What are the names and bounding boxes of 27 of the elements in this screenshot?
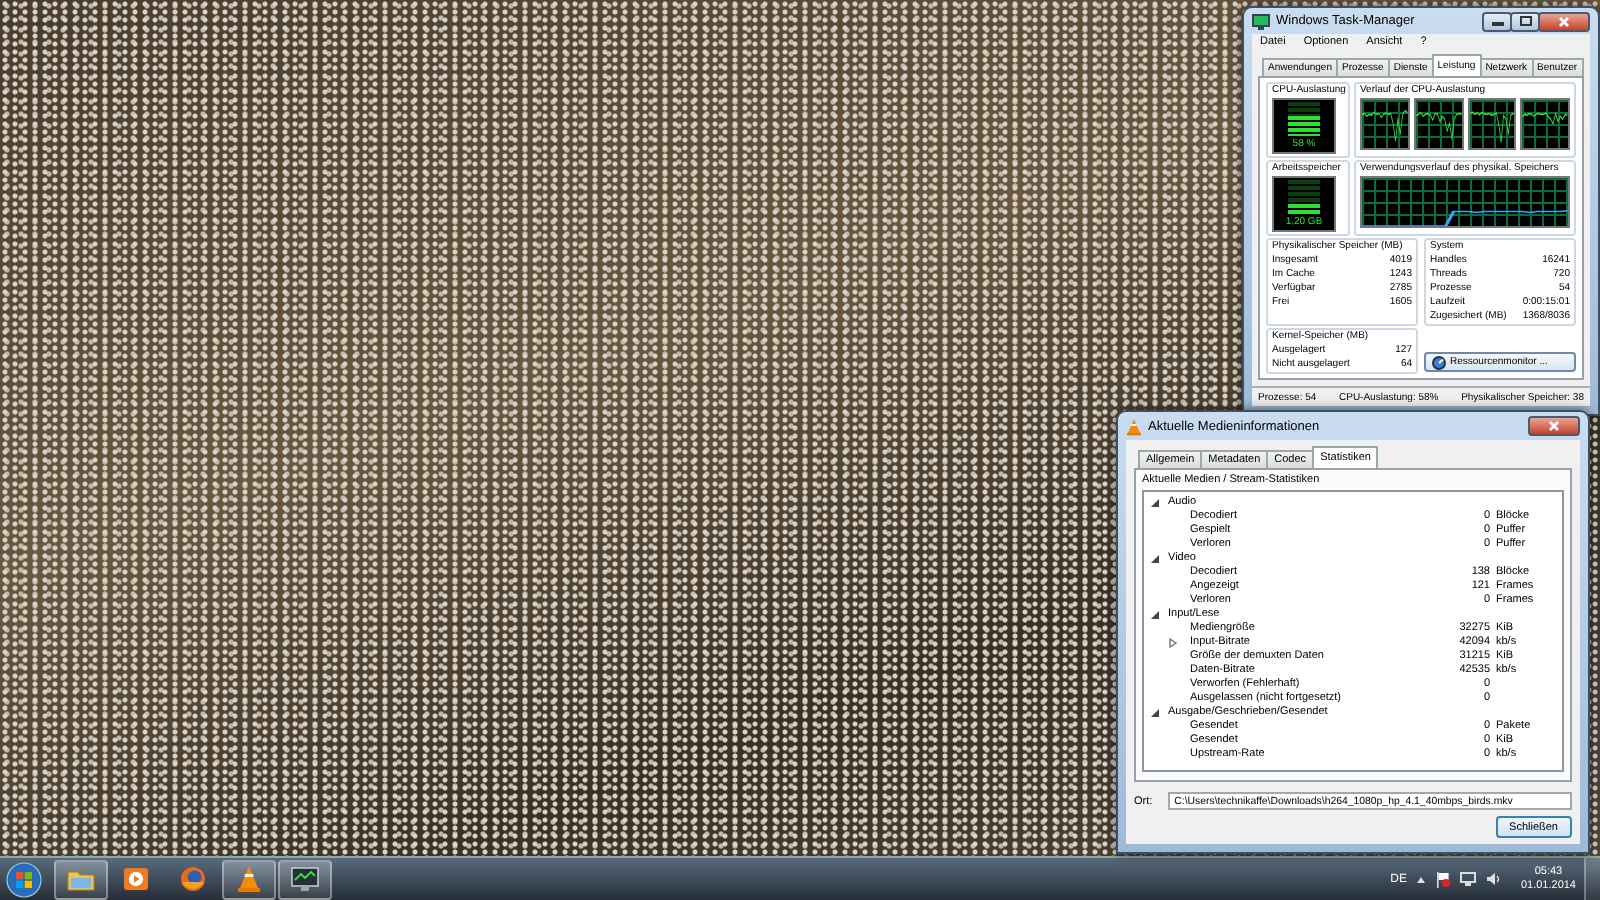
minimize-button[interactable] [1482,11,1512,31]
monitor-icon [1252,13,1270,29]
play-icon [122,864,152,894]
minimize-icon [1491,16,1503,26]
cpu-history-graph [1520,98,1570,150]
taskbar-button[interactable] [54,859,108,899]
show-desktop-button[interactable] [1584,858,1600,900]
speaker-icon[interactable] [1486,872,1503,886]
close-button[interactable] [1528,416,1580,436]
gauge-icon [1432,355,1446,369]
up-arrow-icon[interactable] [1416,875,1427,883]
flag-icon[interactable] [1436,871,1451,887]
start-button[interactable] [0,858,48,900]
close-icon [1548,420,1560,432]
traffic-cone-icon [234,864,264,894]
globe-icon [178,864,208,894]
cpu-history-graph [1413,98,1463,150]
maximize-button[interactable] [1510,11,1540,31]
monitor-icon [290,864,320,894]
taskbar-button[interactable] [278,859,332,899]
cpu-history-graph [1467,98,1517,150]
traffic-cone-icon [1126,417,1142,435]
close-button[interactable] [1538,11,1590,31]
maximize-icon [1519,16,1531,26]
windows-logo-icon [6,861,42,897]
cpu-history-graph [1360,98,1410,150]
close-icon [1558,15,1570,27]
